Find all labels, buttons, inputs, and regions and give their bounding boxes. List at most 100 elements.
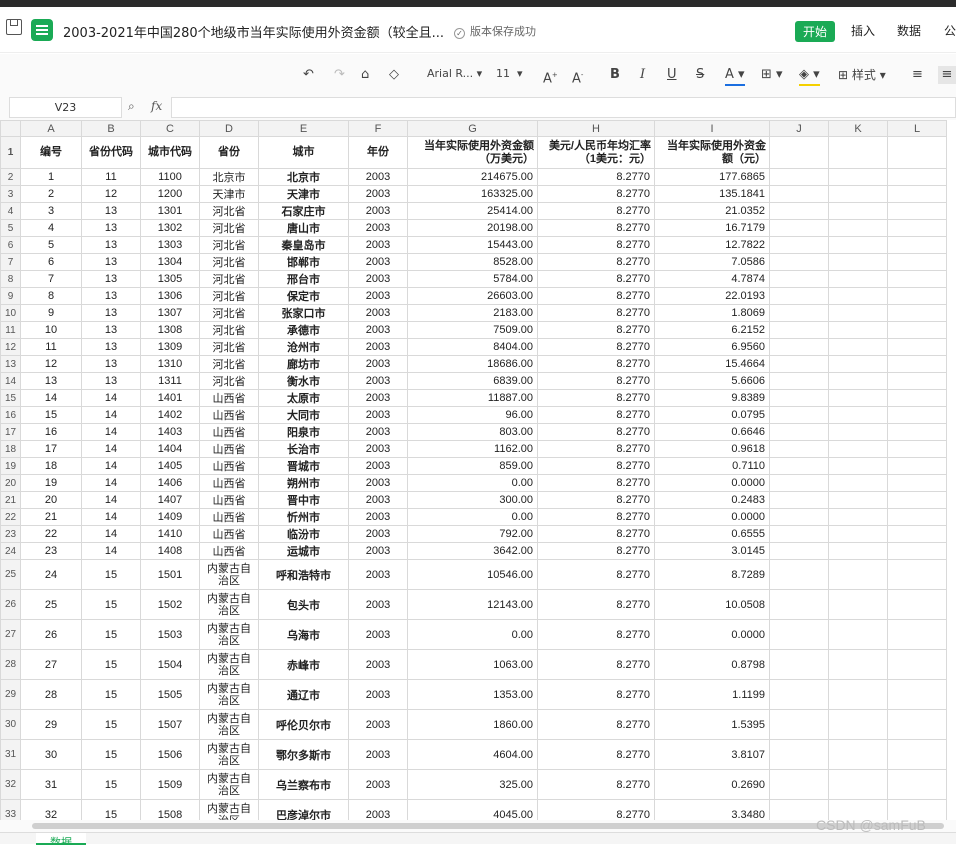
table-cell[interactable]: 135.1841 — [654, 185, 770, 203]
table-cell[interactable]: 2183.00 — [407, 304, 538, 322]
row-header[interactable]: 3 — [0, 185, 21, 203]
table-cell[interactable]: 呼伦贝尔市 — [258, 709, 349, 740]
row-header[interactable]: 8 — [0, 270, 21, 288]
empty-cell[interactable] — [769, 457, 829, 475]
table-cell[interactable]: 96.00 — [407, 406, 538, 424]
empty-cell[interactable] — [887, 270, 947, 288]
table-cell[interactable]: 3.8107 — [654, 739, 770, 770]
table-cell[interactable]: 8.2770 — [537, 508, 655, 526]
fill-color-icon[interactable]: ◈ ▾ — [799, 66, 820, 86]
table-cell[interactable]: 8.2770 — [537, 406, 655, 424]
table-cell[interactable]: 2003 — [348, 649, 408, 680]
table-cell[interactable]: 0.00 — [407, 619, 538, 650]
table-cell[interactable]: 8.2770 — [537, 559, 655, 590]
table-cell[interactable]: 2003 — [348, 799, 408, 820]
table-cell[interactable]: 8.2770 — [537, 236, 655, 254]
table-cell[interactable]: 7509.00 — [407, 321, 538, 339]
table-cell[interactable]: 1307 — [140, 304, 200, 322]
table-cell[interactable]: 1509 — [140, 769, 200, 800]
table-cell[interactable]: 26 — [20, 619, 82, 650]
table-cell[interactable]: 8.2770 — [537, 389, 655, 407]
table-cell[interactable]: 8.2770 — [537, 185, 655, 203]
empty-cell[interactable] — [887, 679, 947, 710]
table-cell[interactable]: 1301 — [140, 202, 200, 220]
table-cell[interactable]: 14 — [81, 423, 141, 441]
table-cell[interactable]: 4604.00 — [407, 739, 538, 770]
table-cell[interactable]: 15 — [20, 406, 82, 424]
table-cell[interactable]: 11 — [81, 168, 141, 186]
table-cell[interactable]: 8.2770 — [537, 457, 655, 475]
row-header[interactable]: 13 — [0, 355, 21, 373]
table-cell[interactable]: 1.5395 — [654, 709, 770, 740]
column-header[interactable]: J — [769, 120, 829, 137]
empty-cell[interactable] — [887, 649, 947, 680]
table-cell[interactable]: 北京市 — [258, 168, 349, 186]
table-cell[interactable]: 2003 — [348, 236, 408, 254]
table-cell[interactable]: 1406 — [140, 474, 200, 492]
row-header[interactable]: 30 — [0, 709, 21, 740]
table-cell[interactable]: 7.0586 — [654, 253, 770, 271]
table-cell[interactable]: 2003 — [348, 185, 408, 203]
table-cell[interactable]: 2003 — [348, 321, 408, 339]
empty-cell[interactable] — [769, 619, 829, 650]
row-header[interactable]: 29 — [0, 679, 21, 710]
row-header[interactable]: 15 — [0, 389, 21, 407]
table-cell[interactable]: 18686.00 — [407, 355, 538, 373]
empty-cell[interactable] — [887, 202, 947, 220]
table-cell[interactable]: 24 — [20, 559, 82, 590]
table-cell[interactable]: 2003 — [348, 338, 408, 356]
table-cell[interactable]: 15 — [81, 619, 141, 650]
table-cell[interactable]: 1407 — [140, 491, 200, 509]
table-cell[interactable]: 山西省 — [199, 474, 259, 492]
table-cell[interactable]: 山西省 — [199, 508, 259, 526]
table-cell[interactable]: 呼和浩特市 — [258, 559, 349, 590]
table-cell[interactable]: 15 — [81, 649, 141, 680]
column-header[interactable]: A — [20, 120, 82, 137]
table-cell[interactable]: 8.2770 — [537, 542, 655, 560]
header-cell[interactable]: 省份代码 — [81, 136, 141, 169]
table-cell[interactable]: 1305 — [140, 270, 200, 288]
empty-cell[interactable] — [828, 709, 888, 740]
empty-cell[interactable] — [828, 508, 888, 526]
empty-cell[interactable] — [828, 219, 888, 237]
table-cell[interactable]: 11 — [20, 338, 82, 356]
empty-cell[interactable] — [769, 372, 829, 390]
table-cell[interactable]: 1503 — [140, 619, 200, 650]
empty-cell[interactable] — [887, 185, 947, 203]
row-header[interactable]: 21 — [0, 491, 21, 509]
empty-cell[interactable] — [887, 525, 947, 543]
font-color-icon[interactable]: A ▾ — [725, 66, 745, 86]
empty-cell[interactable] — [769, 649, 829, 680]
table-cell[interactable]: 1308 — [140, 321, 200, 339]
table-cell[interactable]: 8.2770 — [537, 219, 655, 237]
row-header[interactable]: 24 — [0, 542, 21, 560]
table-cell[interactable]: 16 — [20, 423, 82, 441]
row-header[interactable]: 10 — [0, 304, 21, 322]
table-cell[interactable]: 28 — [20, 679, 82, 710]
table-cell[interactable]: 3 — [20, 202, 82, 220]
table-cell[interactable]: 13 — [81, 236, 141, 254]
table-cell[interactable]: 沧州市 — [258, 338, 349, 356]
table-cell[interactable]: 2003 — [348, 304, 408, 322]
table-cell[interactable]: 177.6865 — [654, 168, 770, 186]
table-cell[interactable]: 8.2770 — [537, 270, 655, 288]
row-header[interactable]: 26 — [0, 589, 21, 620]
table-cell[interactable]: 0.00 — [407, 508, 538, 526]
empty-cell[interactable] — [887, 769, 947, 800]
table-cell[interactable]: 1409 — [140, 508, 200, 526]
table-cell[interactable]: 河北省 — [199, 304, 259, 322]
table-cell[interactable]: 6.9560 — [654, 338, 770, 356]
horizontal-scrollbar[interactable] — [0, 820, 956, 832]
table-cell[interactable]: 河北省 — [199, 270, 259, 288]
table-cell[interactable]: 乌海市 — [258, 619, 349, 650]
format-painter-icon[interactable]: ⌂ — [361, 66, 369, 84]
table-cell[interactable]: 河北省 — [199, 321, 259, 339]
empty-cell[interactable] — [828, 253, 888, 271]
empty-cell[interactable] — [769, 338, 829, 356]
empty-cell[interactable] — [887, 338, 947, 356]
table-cell[interactable]: 1.1199 — [654, 679, 770, 710]
formula-input[interactable] — [171, 97, 956, 118]
table-cell[interactable]: 8.2770 — [537, 525, 655, 543]
table-style-button[interactable]: ⊞ 样式 ▾ — [838, 66, 886, 84]
table-cell[interactable]: 运城市 — [258, 542, 349, 560]
